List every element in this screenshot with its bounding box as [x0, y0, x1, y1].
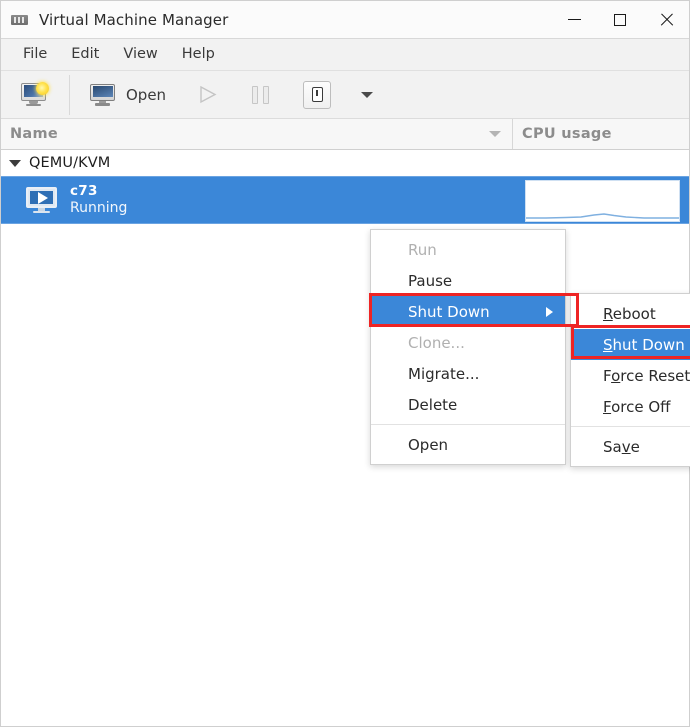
vm-name-label: c73 — [70, 182, 98, 199]
shutdown-dropdown-button[interactable] — [353, 76, 381, 114]
submenu-item-force-off[interactable]: Force Off — [571, 391, 690, 422]
chevron-down-icon — [361, 91, 374, 98]
toolbar-separator — [69, 74, 70, 115]
context-menu-item-pause[interactable]: Pause — [371, 265, 565, 296]
vmm-app-icon — [10, 13, 30, 27]
submenu-item-reboot-label: Reboot — [603, 304, 656, 323]
submenu-item-shut-down[interactable]: Shut Down — [571, 329, 690, 360]
open-button[interactable]: Open — [82, 76, 174, 114]
menubar: File Edit View Help — [1, 39, 689, 71]
context-menu-item-migrate[interactable]: Migrate... — [371, 358, 565, 389]
menu-help[interactable]: Help — [170, 39, 227, 70]
sort-descending-icon[interactable] — [489, 131, 501, 137]
vm-running-icon — [26, 187, 58, 213]
shutdown-button[interactable] — [295, 76, 339, 114]
submenu-item-force-off-label: Force Off — [603, 397, 671, 416]
new-vm-icon — [21, 81, 49, 107]
context-menu-item-run[interactable]: Run — [371, 234, 565, 265]
submenu-arrow-icon — [546, 306, 553, 317]
new-vm-button[interactable] — [13, 76, 57, 114]
toolbar: Open — [1, 71, 689, 119]
minimize-button[interactable] — [551, 1, 597, 38]
context-menu-item-shut-down-label: Shut Down — [408, 302, 490, 321]
close-icon — [659, 12, 674, 27]
cpu-usage-sparkline — [525, 180, 680, 222]
open-button-label: Open — [126, 85, 167, 104]
context-menu-item-clone[interactable]: Clone... — [371, 327, 565, 358]
context-menu-item-open[interactable]: Open — [371, 429, 565, 460]
context-menu-item-delete[interactable]: Delete — [371, 389, 565, 420]
maximize-icon — [614, 13, 626, 26]
connection-label: QEMU/KVM — [29, 155, 111, 171]
column-header-cpu-usage[interactable]: CPU usage — [513, 119, 689, 149]
column-headers: Name CPU usage — [1, 119, 689, 150]
close-button[interactable] — [643, 1, 689, 38]
submenu-item-save-label: Save — [603, 437, 640, 456]
run-button[interactable] — [190, 76, 226, 114]
window-title: Virtual Machine Manager — [39, 10, 229, 29]
virtual-machine-manager-window: Virtual Machine Manager File Edit View H… — [0, 0, 690, 727]
vm-context-menu: Run Pause Shut Down Clone... Migrate... … — [370, 229, 566, 465]
submenu-item-shut-down-label: Shut Down — [603, 335, 685, 354]
submenu-item-force-reset-label: Force Reset — [603, 366, 690, 385]
menu-file[interactable]: File — [11, 39, 59, 70]
pause-icon — [252, 85, 270, 104]
connection-row-qemu-kvm[interactable]: QEMU/KVM — [1, 150, 689, 176]
column-header-cpu-usage-label: CPU usage — [522, 126, 612, 142]
maximize-button[interactable] — [597, 1, 643, 38]
column-header-name-label: Name — [10, 126, 59, 142]
menu-view[interactable]: View — [111, 39, 169, 70]
column-header-name[interactable]: Name — [1, 119, 513, 149]
titlebar: Virtual Machine Manager — [1, 1, 689, 39]
shutdown-button-frame — [303, 80, 332, 109]
submenu-item-save[interactable]: Save — [571, 431, 690, 462]
submenu-item-reboot[interactable]: Reboot — [571, 298, 690, 329]
monitor-icon — [90, 83, 116, 106]
shut-down-submenu: Reboot Shut Down Force Reset Force Off S… — [570, 293, 690, 467]
submenu-item-force-reset[interactable]: Force Reset — [571, 360, 690, 391]
minimize-icon — [567, 19, 581, 20]
window-controls — [551, 1, 689, 38]
menu-edit[interactable]: Edit — [59, 39, 111, 70]
shutdown-power-icon — [311, 87, 323, 102]
submenu-separator — [571, 426, 690, 427]
vm-row-text: c73 Running — [70, 183, 127, 217]
run-play-icon — [198, 85, 218, 104]
vm-state-label: Running — [70, 199, 128, 216]
pause-button[interactable] — [244, 76, 277, 114]
vm-row-c73[interactable]: c73 Running — [1, 176, 689, 224]
context-menu-separator — [371, 424, 565, 425]
expander-triangle-icon[interactable] — [9, 159, 21, 167]
context-menu-item-shut-down[interactable]: Shut Down — [371, 296, 565, 327]
